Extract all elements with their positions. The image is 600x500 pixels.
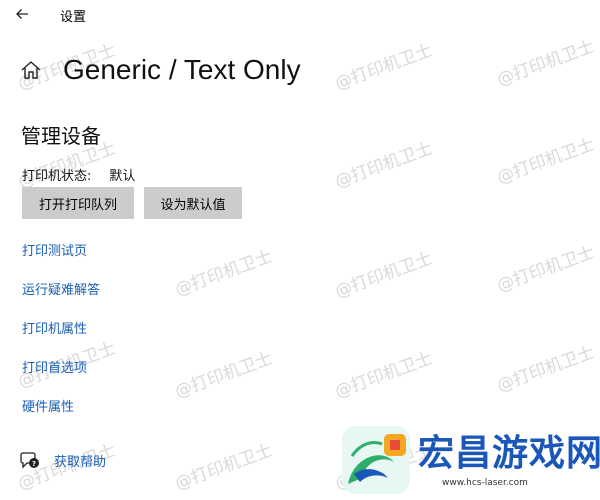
chat-help-icon: ?	[20, 452, 39, 469]
link-printer-properties[interactable]: 打印机属性	[22, 318, 87, 337]
site-logo: 宏昌游戏网 www.hcs-laser.com	[342, 426, 600, 496]
get-help-link[interactable]: ? 获取帮助	[20, 450, 106, 470]
settings-window: 设置 Generic / Text Only 管理设备 打印机状态: 默认 打开打…	[0, 0, 600, 500]
set-default-button[interactable]: 设为默认值	[144, 187, 242, 219]
link-print-test-page[interactable]: 打印测试页	[22, 240, 87, 259]
home-icon[interactable]	[20, 59, 42, 81]
svg-text:?: ?	[32, 460, 36, 468]
link-printing-preferences[interactable]: 打印首选项	[22, 357, 87, 376]
back-button[interactable]	[12, 4, 32, 24]
window-title: 设置	[60, 10, 87, 25]
logo-url: www.hcs-laser.com	[442, 478, 528, 488]
section-title: 管理设备	[21, 124, 101, 148]
printer-status: 打印机状态: 默认	[22, 165, 135, 184]
link-run-troubleshooter[interactable]: 运行疑难解答	[22, 279, 100, 298]
link-hardware-properties[interactable]: 硬件属性	[22, 396, 74, 415]
get-help-label: 获取帮助	[54, 454, 107, 470]
title-bar: 设置	[0, 0, 600, 28]
page-title: Generic / Text Only	[63, 54, 301, 85]
printer-status-label: 打印机状态:	[22, 169, 92, 184]
open-print-queue-button[interactable]: 打开打印队列	[22, 187, 134, 219]
dragon-logo-icon	[342, 426, 410, 494]
logo-text: 宏昌游戏网	[418, 433, 600, 474]
printer-status-value: 默认	[109, 169, 136, 184]
arrow-left-icon	[16, 9, 28, 19]
